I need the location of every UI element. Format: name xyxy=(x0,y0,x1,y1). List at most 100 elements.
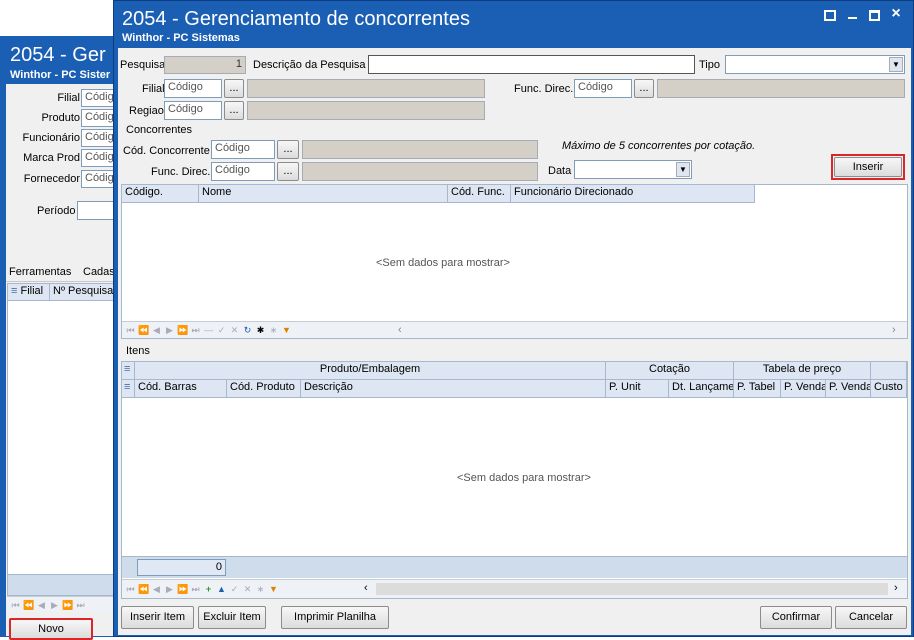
nav-prev-page-icon[interactable]: ⏪ xyxy=(23,600,34,611)
nav-filter-icon[interactable]: ▼ xyxy=(268,584,279,595)
back-fornecedor-label: Fornecedor xyxy=(23,173,80,185)
nav-delete-icon[interactable]: — xyxy=(203,325,214,336)
nav-next-icon[interactable]: ▶ xyxy=(164,325,175,336)
back-menu-ferramentas[interactable]: Ferramentas xyxy=(9,266,71,278)
data-date-picker[interactable]: ▼ xyxy=(574,160,692,179)
nav-prev-page-icon[interactable]: ⏪ xyxy=(138,584,149,595)
back-grid-col-npesquisa[interactable]: Nº Pesquisa xyxy=(50,284,119,301)
close-icon[interactable]: × xyxy=(889,6,903,22)
pesquisa-label: Pesquisa xyxy=(120,59,166,71)
nav-goto-bookmark-icon[interactable]: ∗ xyxy=(268,325,279,336)
chevron-down-icon[interactable]: ▼ xyxy=(889,57,903,72)
nav-refresh-icon[interactable]: ↻ xyxy=(242,325,253,336)
horizontal-scrollbar-track[interactable] xyxy=(376,583,888,595)
band-menu[interactable]: ≡ xyxy=(122,362,135,380)
nav-bookmark-icon[interactable]: ✱ xyxy=(255,325,266,336)
func-direc-code-input[interactable]: Código xyxy=(574,79,632,98)
col-dt-lancamento[interactable]: Dt. Lançame xyxy=(669,380,734,398)
scroll-right-icon[interactable]: › xyxy=(894,582,898,594)
col-p-venda-1[interactable]: P. Venda xyxy=(781,380,826,398)
nav-cancel-icon[interactable]: ✕ xyxy=(242,584,253,595)
filial-label: Filial xyxy=(142,83,165,95)
scroll-right-icon[interactable]: › xyxy=(892,324,896,336)
col-cod-func[interactable]: Cód. Func. xyxy=(448,185,511,203)
cod-concorrente-lookup-button[interactable]: ... xyxy=(277,140,299,159)
minimize-icon[interactable] xyxy=(848,17,857,19)
nav-last-icon[interactable]: ⏭ xyxy=(190,325,201,336)
concorrentes-grid: Código. Nome Cód. Func. Funcionário Dire… xyxy=(121,184,908,339)
col-funcionario-direcionado[interactable]: Funcionário Direcionado xyxy=(511,185,755,203)
excluir-item-button[interactable]: Excluir Item xyxy=(198,606,266,629)
back-grid-col-filial[interactable]: ≡ Filial xyxy=(8,284,50,301)
col-custo[interactable]: Custo F xyxy=(871,380,907,398)
nav-next-page-icon[interactable]: ⏩ xyxy=(177,325,188,336)
band-cotacao[interactable]: Cotação xyxy=(606,362,734,380)
back-marca-label: Marca Prod xyxy=(23,152,80,164)
back-menu-cadas[interactable]: Cadas xyxy=(83,266,115,278)
filial-lookup-button[interactable]: ... xyxy=(224,79,244,98)
tipo-select[interactable]: ▼ xyxy=(725,55,905,74)
nav-first-icon[interactable]: ⏮ xyxy=(10,600,21,611)
confirmar-button[interactable]: Confirmar xyxy=(760,606,832,629)
nav-next-page-icon[interactable]: ⏩ xyxy=(177,584,188,595)
scroll-left-icon[interactable]: ‹ xyxy=(364,582,368,594)
cancelar-button[interactable]: Cancelar xyxy=(835,606,907,629)
band-tabela-preco[interactable]: Tabela de preço xyxy=(734,362,871,380)
col-p-venda-2[interactable]: P. Venda xyxy=(826,380,871,398)
itens-navigator: ⏮ ⏪ ◀ ▶ ⏩ ⏭ + ▲ ✓ ✕ ∗ ▼ ‹ › xyxy=(122,579,907,598)
conc-func-direc-input[interactable]: Código xyxy=(211,162,275,181)
nav-prev-icon[interactable]: ◀ xyxy=(151,584,162,595)
nav-post-icon[interactable]: ✓ xyxy=(229,584,240,595)
regiao-code-input[interactable]: Código xyxy=(164,101,222,120)
nav-last-icon[interactable]: ⏭ xyxy=(75,600,86,611)
col-p-tabela[interactable]: P. Tabel xyxy=(734,380,781,398)
nav-filter-icon[interactable]: ▼ xyxy=(281,325,292,336)
regiao-description xyxy=(247,101,485,120)
back-grid-navigator: ⏮ ⏪ ◀ ▶ ⏩ ⏭ xyxy=(7,596,118,612)
chevron-down-icon[interactable]: ▼ xyxy=(676,162,690,177)
nav-last-icon[interactable]: ⏭ xyxy=(190,584,201,595)
nav-next-icon[interactable]: ▶ xyxy=(164,584,175,595)
itens-empty-text: <Sem dados para mostrar> xyxy=(457,472,591,484)
restore-icon[interactable] xyxy=(824,10,836,21)
inserir-item-button[interactable]: Inserir Item xyxy=(121,606,194,629)
band-produto-embalagem[interactable]: Produto/Embalagem xyxy=(135,362,606,380)
pesquisa-field: 1 xyxy=(164,56,246,74)
cod-concorrente-label: Cód. Concorrente xyxy=(123,145,210,157)
nav-prev-icon[interactable]: ◀ xyxy=(36,600,47,611)
nav-next-icon[interactable]: ▶ xyxy=(49,600,60,611)
back-window-body: Filial Códig Produto Códig Funcionário C… xyxy=(6,84,121,640)
regiao-label: Regiao xyxy=(129,105,164,117)
descricao-input[interactable] xyxy=(368,55,695,74)
nav-goto-bookmark-icon[interactable]: ∗ xyxy=(255,584,266,595)
back-window-subtitle: Winthor - PC Sister xyxy=(10,69,111,81)
nav-first-icon[interactable]: ⏮ xyxy=(125,325,136,336)
inserir-button[interactable]: Inserir xyxy=(834,157,902,177)
nav-next-page-icon[interactable]: ⏩ xyxy=(62,600,73,611)
nav-post-icon[interactable]: ✓ xyxy=(216,325,227,336)
nav-cancel-icon[interactable]: ✕ xyxy=(229,325,240,336)
col-cod-barras[interactable]: Cód. Barras xyxy=(135,380,227,398)
col-descricao[interactable]: Descrição xyxy=(301,380,606,398)
col-menu[interactable]: ≡ xyxy=(122,380,135,398)
col-p-unit[interactable]: P. Unit xyxy=(606,380,669,398)
scroll-left-icon[interactable]: ‹ xyxy=(398,324,402,336)
regiao-lookup-button[interactable]: ... xyxy=(224,101,244,120)
func-direc-lookup-button[interactable]: ... xyxy=(634,79,654,98)
col-nome[interactable]: Nome xyxy=(199,185,448,203)
filial-code-input[interactable]: Código xyxy=(164,79,222,98)
cod-concorrente-input[interactable]: Código xyxy=(211,140,275,159)
imprimir-planilha-button[interactable]: Imprimir Planilha xyxy=(281,606,389,629)
maximize-icon[interactable] xyxy=(869,10,880,21)
nav-up-icon[interactable]: ▲ xyxy=(216,584,227,595)
nav-prev-page-icon[interactable]: ⏪ xyxy=(138,325,149,336)
cod-concorrente-description xyxy=(302,140,538,159)
conc-func-direc-description xyxy=(302,162,538,181)
nav-insert-icon[interactable]: + xyxy=(203,584,214,595)
itens-group-label: Itens xyxy=(126,345,150,357)
nav-first-icon[interactable]: ⏮ xyxy=(125,584,136,595)
nav-prev-icon[interactable]: ◀ xyxy=(151,325,162,336)
col-codigo[interactable]: Código. xyxy=(122,185,199,203)
col-cod-produto[interactable]: Cód. Produto xyxy=(227,380,301,398)
conc-func-direc-lookup-button[interactable]: ... xyxy=(277,162,299,181)
